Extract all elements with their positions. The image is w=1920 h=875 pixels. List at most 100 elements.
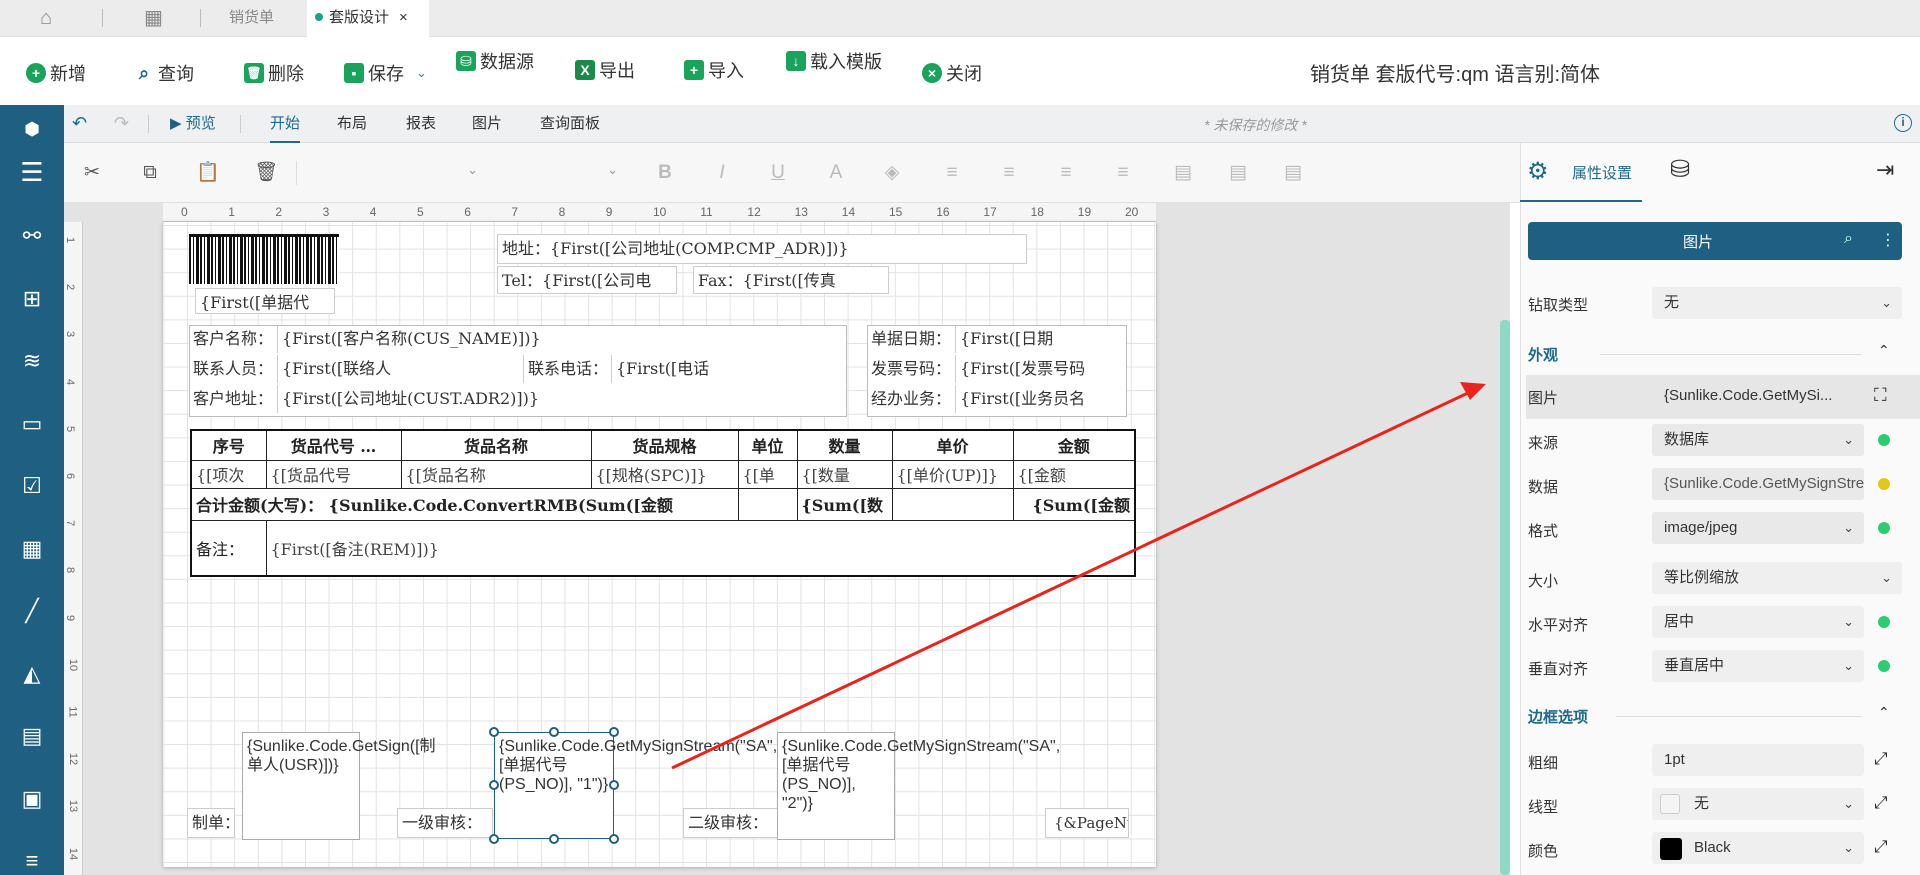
audit1-signature-image[interactable]: {Sunlike.Code.GetMySignStream("SA", [单据代…	[494, 732, 777, 839]
resize-handle[interactable]	[549, 727, 559, 737]
load-template-button[interactable]: ↓ 载入模版	[786, 48, 882, 74]
valign-select[interactable]: 垂直居中 ⌄	[1652, 650, 1864, 682]
table-row[interactable]: {[项次 {[货品代号 {[货品名称 {[规格(SPC)]} {[单 {[数量 …	[190, 459, 1136, 489]
datasource-button[interactable]: ⛁ 数据源	[456, 48, 534, 74]
new-button[interactable]: + 新增	[26, 60, 86, 86]
textbox-icon[interactable]: ▭	[18, 410, 46, 438]
italic-icon[interactable]: I	[710, 161, 734, 185]
cell-price[interactable]: {[单价(UP)]}	[891, 459, 1014, 489]
expand-icon[interactable]: ⤢	[1874, 793, 1888, 813]
search-icon[interactable]: ⌕	[1844, 230, 1853, 248]
tab-sales-doc[interactable]: 销货单	[205, 0, 305, 37]
home-icon[interactable]: ⌂	[40, 8, 62, 28]
phone-field[interactable]: {First([电话	[611, 355, 775, 383]
expand-icon[interactable]: ⤢	[1874, 837, 1888, 857]
cell-qty[interactable]: {[数量	[796, 459, 893, 489]
image-picker-icon[interactable]: ⛶	[1874, 385, 1887, 406]
export-button[interactable]: X 导出	[575, 57, 635, 83]
valign-bottom-icon[interactable]: ▤	[1281, 161, 1305, 185]
appearance-section-header[interactable]: 外观	[1528, 344, 1558, 365]
date-field[interactable]: {First([日期	[955, 325, 1125, 353]
cell-seq[interactable]: {[项次	[190, 459, 267, 489]
list-icon[interactable]: ≡	[18, 847, 46, 875]
contact-field[interactable]: {First([联络人	[277, 355, 443, 383]
undo-icon[interactable]: ↶	[72, 113, 87, 134]
fax-field[interactable]: Fax：{First([传真	[693, 266, 889, 294]
gear-icon[interactable]: ⚙	[1527, 157, 1549, 186]
customer-name-field[interactable]: {First([客户名称(CUS_NAME)])}	[277, 325, 845, 353]
total-cell[interactable]: 合计金额(大写)： {Sunlike.Code.ConvertRMB(Sum([…	[190, 487, 739, 521]
info-icon[interactable]: i	[1894, 114, 1912, 132]
format-select[interactable]: image/jpeg ⌄	[1652, 512, 1864, 544]
company-address-field[interactable]: 地址：{First([公司地址(COMP.CMP_ADR)])}	[497, 234, 1027, 264]
line-icon[interactable]: ╱	[18, 597, 46, 625]
barcode-image[interactable]	[189, 234, 339, 284]
linetype-select[interactable]: 无 ⌄	[1652, 788, 1864, 820]
size-select[interactable]: 等比例缩放 ⌄	[1652, 562, 1902, 594]
align-right-icon[interactable]: ≡	[1054, 161, 1078, 185]
thickness-field[interactable]: 1pt	[1652, 744, 1864, 776]
cell-spec[interactable]: {[规格(SPC)]}	[590, 459, 739, 489]
query-button[interactable]: ⌕ 查询	[134, 60, 194, 86]
tel-field[interactable]: Tel：{First([公司电	[497, 266, 677, 294]
tab-query-panel[interactable]: 查询面板	[540, 105, 600, 143]
resize-handle[interactable]	[609, 727, 619, 737]
image-icon[interactable]: ▣	[18, 785, 46, 813]
font-size-select[interactable]: ⌄	[494, 159, 624, 187]
data-field[interactable]: {Sunlike.Code.GetMySignStre	[1652, 468, 1864, 500]
components-icon[interactable]: ⊞	[18, 285, 46, 313]
chevron-up-icon[interactable]: ⌃	[1878, 704, 1890, 721]
canvas-scrollbar[interactable]	[1500, 320, 1510, 875]
cell-item-name[interactable]: {[货品名称	[400, 459, 592, 489]
audit2-signature-image[interactable]: {Sunlike.Code.GetMySignStream("SA", [单据代…	[777, 732, 1060, 840]
close-button[interactable]: × 关闭	[922, 60, 982, 86]
total-amount[interactable]: {Sum([金额	[1012, 487, 1136, 521]
more-icon[interactable]: ⋮	[1880, 230, 1896, 250]
layers-icon[interactable]: ≋	[18, 347, 46, 375]
font-family-select[interactable]: ⌄	[304, 159, 484, 187]
align-center-icon[interactable]: ≡	[997, 161, 1021, 185]
source-select[interactable]: 数据库 ⌄	[1652, 424, 1864, 456]
paste-icon[interactable]: 📋	[196, 161, 220, 185]
table-icon[interactable]: ▦	[18, 535, 46, 563]
apps-grid-icon[interactable]: ▦	[144, 8, 164, 29]
color-select[interactable]: Black ⌄	[1652, 832, 1864, 864]
tab-template-design[interactable]: 套版设计 ×	[307, 0, 429, 37]
total-price-cell[interactable]	[891, 487, 1014, 521]
report-page[interactable]: {First([单据代 地址：{First([公司地址(COMP.CMP_ADR…	[163, 222, 1156, 867]
resize-handle[interactable]	[489, 780, 499, 790]
save-button[interactable]: ▪ 保存 ⌄	[344, 60, 427, 86]
menu-icon[interactable]: ☰	[18, 158, 46, 186]
property-tab-label[interactable]: 属性设置	[1572, 162, 1632, 183]
tab-report[interactable]: 报表	[406, 105, 436, 143]
copy-icon[interactable]: ⧉	[138, 161, 162, 185]
salesperson-field[interactable]: {First([业务员名	[955, 385, 1125, 413]
chevron-down-icon[interactable]: ⌄	[416, 65, 427, 81]
tab-image[interactable]: 图片	[472, 105, 502, 143]
border-section-header[interactable]: 边框选项	[1528, 706, 1588, 727]
total-expr[interactable]: {Sunlike.Code.ConvertRMB(Sum([金额	[329, 496, 673, 515]
chevron-up-icon[interactable]: ⌃	[1878, 342, 1890, 359]
checkbox-icon[interactable]: ☑	[18, 472, 46, 500]
database-icon[interactable]: ⛁	[1670, 155, 1690, 184]
remark-field[interactable]: {First([备注(REM)])}	[265, 519, 1136, 577]
underline-icon[interactable]: U	[766, 161, 790, 185]
align-left-icon[interactable]: ≡	[940, 161, 964, 185]
document-icon[interactable]: ▤	[18, 722, 46, 750]
object-selector[interactable]: 图片 ⌕ ⋮	[1528, 222, 1902, 260]
delete-icon[interactable]: 🗑	[254, 161, 278, 185]
bold-icon[interactable]: B	[653, 161, 677, 185]
resize-handle[interactable]	[549, 834, 559, 844]
font-color-icon[interactable]: A	[824, 161, 848, 185]
resize-handle[interactable]	[489, 727, 499, 737]
maker-signature[interactable]: {Sunlike.Code.GetSign([制单人(USR)])}	[242, 732, 436, 840]
collapse-panel-icon[interactable]: ⇥	[1876, 157, 1894, 183]
halign-select[interactable]: 居中 ⌄	[1652, 606, 1864, 638]
hierarchy-icon[interactable]: ⚯	[18, 222, 46, 250]
total-qty[interactable]: {Sum([数	[796, 487, 893, 521]
total-unit-cell[interactable]	[737, 487, 798, 521]
cell-item-code[interactable]: {[货品代号	[265, 459, 402, 489]
invoice-field[interactable]: {First([发票号码	[955, 355, 1125, 383]
valign-top-icon[interactable]: ▤	[1171, 161, 1195, 185]
page-number-field[interactable]: {&PageNu	[1045, 808, 1129, 838]
